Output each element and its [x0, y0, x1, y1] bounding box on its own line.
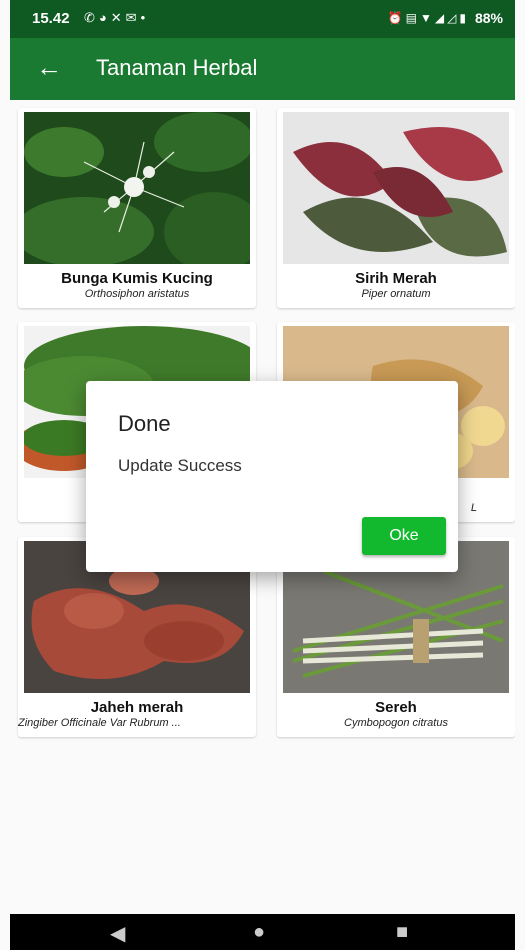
nav-home-icon[interactable]: ●: [253, 921, 265, 944]
nav-back-icon[interactable]: ◀: [110, 921, 125, 946]
ok-button[interactable]: Oke: [362, 517, 446, 555]
dialog-message: Update Success: [118, 456, 242, 475]
alert-dialog: Done Update Success Oke: [86, 381, 458, 572]
dialog-title: Done: [118, 411, 171, 436]
nav-recents-icon[interactable]: ■: [396, 921, 408, 944]
screen: 15.42 ✆◕✕✉• ⏰▤▼◢◿▮ 88% ← Tanaman Herbal: [10, 0, 515, 950]
system-nav-bar: ◀ ● ■: [10, 914, 515, 950]
